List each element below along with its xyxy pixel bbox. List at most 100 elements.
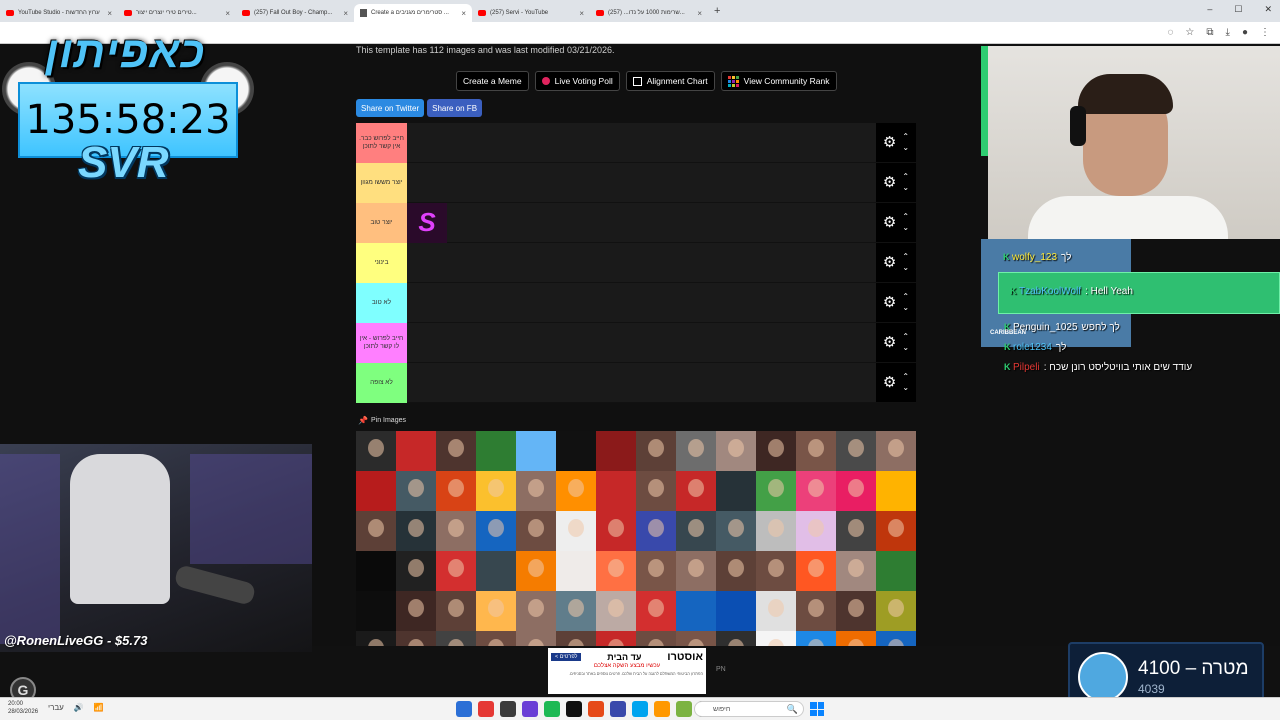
pool-avatar-image[interactable] — [396, 471, 436, 511]
browser-tab[interactable]: (257) Fall Out Boy - Champ... × — [236, 4, 354, 22]
maximize-button[interactable]: ☐ — [1234, 4, 1242, 15]
pool-avatar-image[interactable] — [756, 471, 796, 511]
download-icon[interactable]: ⤓ — [1226, 27, 1230, 38]
close-tab-icon[interactable]: × — [579, 9, 584, 18]
pool-avatar-image[interactable] — [716, 551, 756, 591]
pool-avatar-image[interactable] — [516, 591, 556, 631]
pool-avatar-image[interactable] — [516, 631, 556, 646]
community-rank-button[interactable]: View Community Rank — [720, 71, 837, 91]
pool-avatar-image[interactable] — [596, 631, 636, 646]
browser-tab[interactable]: (257) ...שרימות 1000 על נדו... × — [590, 4, 708, 22]
gear-icon[interactable]: ⚙ — [883, 175, 896, 190]
pool-avatar-image[interactable] — [436, 631, 476, 646]
pool-avatar-image[interactable] — [516, 471, 556, 511]
language-indicator[interactable]: עברי — [48, 703, 64, 712]
pool-avatar-image[interactable] — [356, 591, 396, 631]
browser-tab[interactable]: טירים טירי יוצרים ייצור... × — [118, 4, 236, 22]
tier-item-image[interactable]: S — [407, 202, 447, 243]
pool-avatar-image[interactable] — [836, 631, 876, 646]
browser-tab[interactable]: Create a סטרימרים מגניבים ... × — [354, 4, 472, 22]
taskbar-app-icon[interactable] — [456, 701, 472, 717]
pool-avatar-image[interactable] — [476, 631, 516, 646]
start-menu-icon[interactable] — [810, 702, 824, 716]
tier-drop-zone[interactable] — [407, 283, 876, 322]
taskbar-app-icon[interactable] — [566, 701, 582, 717]
taskbar-app-icon[interactable] — [478, 701, 494, 717]
pool-avatar-image[interactable] — [636, 511, 676, 551]
pool-avatar-image[interactable] — [556, 631, 596, 646]
alignment-chart-button[interactable]: Alignment Chart — [625, 71, 715, 91]
pool-avatar-image[interactable] — [476, 511, 516, 551]
chevron-down-icon[interactable]: ⌄ — [902, 383, 909, 393]
pool-avatar-image[interactable] — [516, 431, 556, 471]
pool-avatar-image[interactable] — [876, 631, 916, 646]
pool-avatar-image[interactable] — [436, 471, 476, 511]
gear-icon[interactable]: ⚙ — [883, 375, 896, 390]
menu-icon[interactable]: ⋮ — [1260, 27, 1270, 38]
pool-avatar-image[interactable] — [836, 431, 876, 471]
gear-icon[interactable]: ⚙ — [883, 135, 896, 150]
close-window-button[interactable]: ✕ — [1264, 4, 1272, 15]
tier-drop-zone[interactable] — [407, 123, 876, 162]
network-icon[interactable]: 📶 — [94, 703, 104, 712]
pool-avatar-image[interactable] — [356, 511, 396, 551]
close-tab-icon[interactable]: × — [697, 9, 702, 18]
pool-avatar-image[interactable] — [876, 471, 916, 511]
volume-icon[interactable]: 🔊 — [74, 703, 84, 712]
pool-avatar-image[interactable] — [396, 631, 436, 646]
pool-avatar-image[interactable] — [756, 551, 796, 591]
pool-avatar-image[interactable] — [436, 511, 476, 551]
pool-avatar-image[interactable] — [596, 511, 636, 551]
taskbar-app-icon[interactable] — [654, 701, 670, 717]
ad-cta-button[interactable]: לפרטים > — [551, 653, 582, 661]
pool-avatar-image[interactable] — [636, 471, 676, 511]
tier-label[interactable]: חייב לפרוש - אין לו קשר לתוכן — [356, 323, 407, 363]
pool-avatar-image[interactable] — [596, 551, 636, 591]
pool-avatar-image[interactable] — [716, 431, 756, 471]
pool-avatar-image[interactable] — [476, 471, 516, 511]
pool-avatar-image[interactable] — [756, 591, 796, 631]
gear-icon[interactable]: ⚙ — [883, 335, 896, 350]
browser-tab[interactable]: YouTube Studio - ערוץ החדשות × — [0, 4, 118, 22]
chevron-up-icon[interactable]: ⌃ — [902, 132, 909, 142]
chevron-up-icon[interactable]: ⌃ — [902, 372, 909, 382]
chevron-down-icon[interactable]: ⌄ — [902, 143, 909, 153]
tier-drop-zone[interactable]: S — [407, 202, 876, 243]
pool-avatar-image[interactable] — [796, 431, 836, 471]
pool-avatar-image[interactable] — [876, 551, 916, 591]
pool-avatar-image[interactable] — [636, 591, 676, 631]
pool-avatar-image[interactable] — [676, 631, 716, 646]
pool-avatar-image[interactable] — [796, 551, 836, 591]
pool-avatar-image[interactable] — [716, 511, 756, 551]
pool-avatar-image[interactable] — [356, 431, 396, 471]
pool-avatar-image[interactable] — [676, 431, 716, 471]
taskbar-app-icon[interactable] — [610, 701, 626, 717]
pool-avatar-image[interactable] — [676, 551, 716, 591]
tier-label[interactable]: לא צופה — [356, 363, 407, 403]
pool-avatar-image[interactable] — [876, 591, 916, 631]
pool-avatar-image[interactable] — [396, 591, 436, 631]
pool-avatar-image[interactable] — [516, 551, 556, 591]
pool-avatar-image[interactable] — [756, 431, 796, 471]
tier-drop-zone[interactable] — [407, 323, 876, 362]
tier-drop-zone[interactable] — [407, 363, 876, 402]
pool-avatar-image[interactable] — [796, 471, 836, 511]
taskbar-app-icon[interactable] — [676, 701, 692, 717]
tier-drop-zone[interactable] — [407, 163, 876, 202]
close-tab-icon[interactable]: × — [461, 9, 466, 18]
chevron-up-icon[interactable]: ⌃ — [902, 292, 909, 302]
pool-avatar-image[interactable] — [356, 471, 396, 511]
pool-avatar-image[interactable] — [356, 551, 396, 591]
pool-avatar-image[interactable] — [436, 551, 476, 591]
tier-label[interactable]: יוצר מששו מגוון — [356, 163, 407, 203]
browser-tab[interactable]: (257) Servi - YouTube × — [472, 4, 590, 22]
pool-avatar-image[interactable] — [396, 431, 436, 471]
close-tab-icon[interactable]: × — [107, 9, 112, 18]
share-fb-button[interactable]: Share on FB — [427, 99, 483, 117]
extensions-icon[interactable]: ⧉ — [1206, 27, 1213, 38]
pool-avatar-image[interactable] — [876, 431, 916, 471]
pool-avatar-image[interactable] — [476, 551, 516, 591]
chevron-down-icon[interactable]: ⌄ — [902, 343, 909, 353]
chevron-up-icon[interactable]: ⌃ — [902, 252, 909, 262]
taskbar-app-icon[interactable] — [632, 701, 648, 717]
